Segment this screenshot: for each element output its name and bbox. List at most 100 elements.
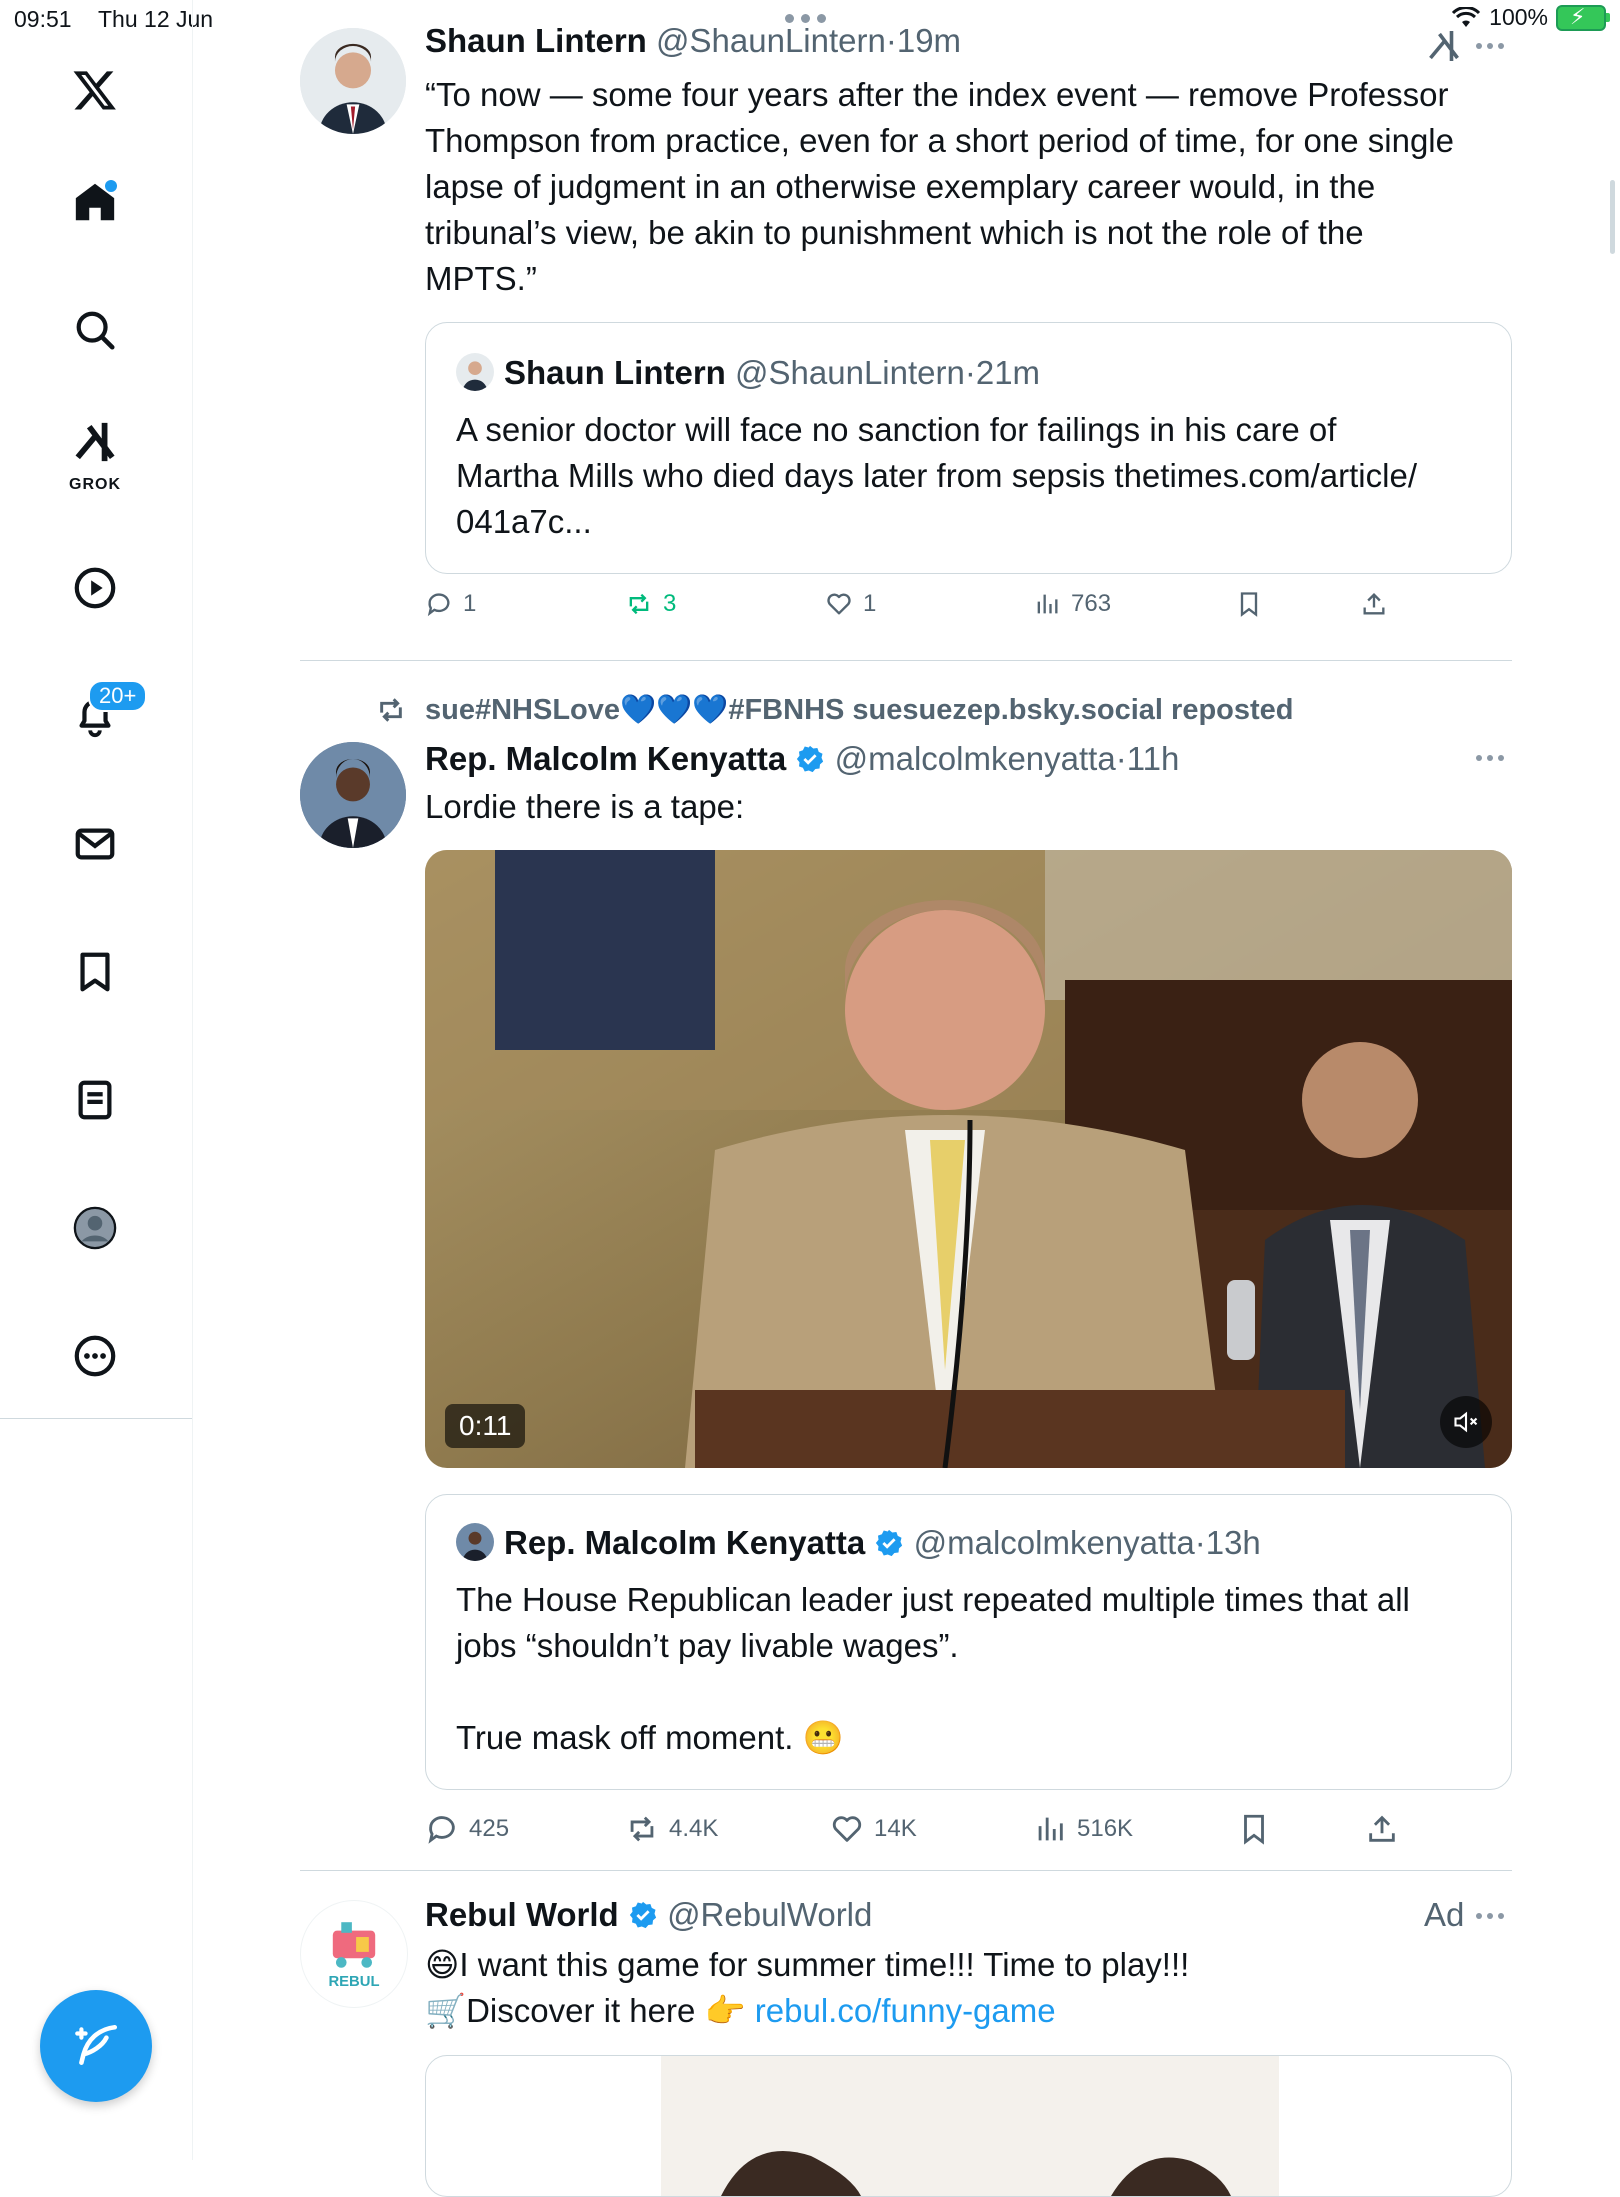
video-duration: 0:11 bbox=[445, 1404, 526, 1448]
ad-text-prefix: 🛒Discover it here 👉 bbox=[425, 1992, 755, 2029]
more-options-icon[interactable] bbox=[55, 1316, 135, 1396]
lists-icon[interactable] bbox=[55, 1060, 135, 1140]
grok-small-icon[interactable] bbox=[1426, 28, 1462, 64]
author-avatar[interactable] bbox=[300, 742, 406, 848]
mute-button[interactable] bbox=[1440, 1396, 1492, 1448]
grok-icon[interactable]: GROK bbox=[55, 412, 135, 493]
bookmark-icon bbox=[1244, 1814, 1264, 1845]
author-avatar[interactable] bbox=[300, 28, 406, 134]
author-handle[interactable]: @ShaunLintern bbox=[656, 22, 886, 59]
repost-button[interactable]: 3 bbox=[625, 590, 676, 618]
messages-icon[interactable] bbox=[55, 804, 135, 884]
status-right: 100% ⚡ bbox=[1451, 4, 1610, 31]
tweet-header: Rep. Malcolm Kenyatta @malcolmkenyatta·1… bbox=[425, 740, 1180, 777]
tweet-body: Lordie there is a tape: bbox=[425, 788, 745, 825]
quoted-tweet[interactable]: Shaun Lintern @ShaunLintern·21m A senior… bbox=[425, 322, 1512, 574]
author-name[interactable]: Rebul World bbox=[425, 1896, 619, 1933]
tweet-divider bbox=[300, 1870, 1512, 1871]
quoted-tweet-time: 13h bbox=[1205, 1524, 1261, 1561]
views-button[interactable]: 516K bbox=[1033, 1812, 1133, 1846]
tweet-video[interactable]: 0:11 bbox=[425, 850, 1512, 1468]
reply-icon bbox=[428, 1816, 455, 1844]
quoted-line: Martha Mills who died days later from se… bbox=[456, 457, 1417, 494]
tweet-line: tribunal’s view, be akin to punishment w… bbox=[425, 214, 1364, 251]
share-button[interactable] bbox=[1365, 1812, 1399, 1846]
search-icon[interactable] bbox=[55, 290, 135, 370]
profile-avatar-icon[interactable] bbox=[55, 1188, 135, 1268]
tweet-actions: 425 4.4K 14K 516K bbox=[425, 1812, 1510, 1852]
tweet-header: Rebul World @RebulWorld bbox=[425, 1896, 872, 1934]
ad-media-card[interactable] bbox=[425, 2055, 1512, 2197]
author-name[interactable]: Rep. Malcolm Kenyatta bbox=[425, 740, 786, 777]
quoted-tweet-body: The House Republican leader just repeate… bbox=[456, 1577, 1481, 1761]
reply-button[interactable]: 425 bbox=[425, 1812, 509, 1846]
home-icon[interactable] bbox=[55, 162, 135, 242]
repost-count: 4.4K bbox=[669, 1815, 719, 1842]
author-name[interactable]: Shaun Lintern bbox=[425, 22, 647, 59]
like-count: 14K bbox=[874, 1815, 917, 1842]
ad-link[interactable]: rebul.co/funny-game bbox=[755, 1992, 1056, 2029]
author-handle[interactable]: @malcolmkenyatta bbox=[835, 740, 1116, 777]
quoted-tweet-time: 21m bbox=[975, 354, 1041, 391]
bookmark-button[interactable] bbox=[1237, 1812, 1271, 1846]
tweet-time[interactable]: 19m bbox=[897, 22, 961, 59]
like-button[interactable]: 14K bbox=[830, 1812, 917, 1846]
quoted-line: True mask off moment. 😬 bbox=[456, 1719, 844, 1756]
tweet-more-icon[interactable] bbox=[1476, 40, 1516, 52]
share-button[interactable] bbox=[1360, 590, 1388, 618]
tweet-time[interactable]: 11h bbox=[1127, 740, 1180, 777]
quoted-line: A senior doctor will face no sanction fo… bbox=[456, 411, 1337, 448]
video-frame bbox=[425, 850, 1512, 1468]
tweet-line: “To now — some four years after the inde… bbox=[425, 76, 1449, 113]
bookmarks-icon[interactable] bbox=[55, 932, 135, 1012]
quoted-tweet-header: Rep. Malcolm Kenyatta @malcolmkenyatta·1… bbox=[456, 1523, 1261, 1562]
author-handle[interactable]: @RebulWorld bbox=[667, 1896, 872, 1933]
reposted-by-label[interactable]: sue#NHSLove💙💙💙#FBNHS suesuezep.bsky.soci… bbox=[425, 693, 1294, 727]
like-button[interactable]: 1 bbox=[825, 590, 876, 618]
views-icon bbox=[1037, 594, 1058, 614]
compose-post-button[interactable] bbox=[40, 1990, 152, 2102]
compose-feather-icon bbox=[75, 2024, 118, 2065]
views-count: 516K bbox=[1077, 1815, 1134, 1842]
repost-button[interactable]: 4.4K bbox=[625, 1812, 718, 1846]
quoted-author-name: Shaun Lintern bbox=[504, 354, 726, 391]
tweet-more-icon[interactable] bbox=[1476, 1910, 1516, 1922]
sidebar-divider bbox=[0, 1418, 192, 1419]
ad-text-line-2: 🛒Discover it here 👉 rebul.co/funny-game bbox=[425, 1988, 1505, 2034]
bookmark-icon bbox=[1240, 592, 1258, 617]
x-logo-icon[interactable] bbox=[55, 50, 135, 130]
quoted-author-handle: @ShaunLintern bbox=[735, 354, 965, 391]
quoted-author-avatar bbox=[456, 353, 494, 391]
tweet-body: 😄I want this game for summer time!!! Tim… bbox=[425, 1942, 1505, 2034]
battery-icon: ⚡ bbox=[1556, 4, 1610, 31]
quoted-line: 041a7c... bbox=[456, 503, 592, 540]
heart-icon bbox=[832, 1816, 862, 1842]
tweet-more-icon[interactable] bbox=[1476, 752, 1516, 764]
author-avatar[interactable]: REBUL bbox=[300, 1900, 408, 2008]
reply-icon bbox=[427, 593, 450, 617]
notifications-icon[interactable]: 20+ bbox=[55, 676, 148, 756]
repost-icon bbox=[629, 593, 649, 615]
reply-button[interactable]: 1 bbox=[425, 590, 476, 618]
bookmark-button[interactable] bbox=[1235, 590, 1263, 618]
tweet-line: MPTS.” bbox=[425, 260, 537, 297]
video-icon[interactable] bbox=[55, 548, 135, 628]
notifications-badge: 20+ bbox=[88, 680, 148, 712]
quoted-tweet[interactable]: Rep. Malcolm Kenyatta @malcolmkenyatta·1… bbox=[425, 1494, 1512, 1790]
tweet-actions: 1 3 1 763 bbox=[425, 590, 1510, 630]
tweet-line: lapse of judgment in an otherwise exempl… bbox=[425, 168, 1376, 205]
views-button[interactable]: 763 bbox=[1033, 590, 1111, 618]
heart-icon bbox=[827, 593, 851, 615]
tweet-line: Thompson from practice, even for a short… bbox=[425, 122, 1454, 159]
tweet-header: Shaun Lintern @ShaunLintern·19m bbox=[425, 22, 962, 59]
quoted-author-avatar bbox=[456, 1523, 494, 1561]
repost-indicator-icon bbox=[380, 698, 402, 722]
repost-icon bbox=[630, 1816, 654, 1842]
ad-text-line: 😄I want this game for summer time!!! Tim… bbox=[425, 1946, 1190, 1983]
scrollbar[interactable] bbox=[1610, 180, 1615, 254]
share-icon bbox=[1369, 1815, 1395, 1842]
verified-badge-icon bbox=[797, 745, 824, 773]
tweet-body: “To now — some four years after the inde… bbox=[425, 72, 1505, 302]
repost-count: 3 bbox=[663, 590, 677, 617]
views-icon bbox=[1038, 1817, 1063, 1841]
